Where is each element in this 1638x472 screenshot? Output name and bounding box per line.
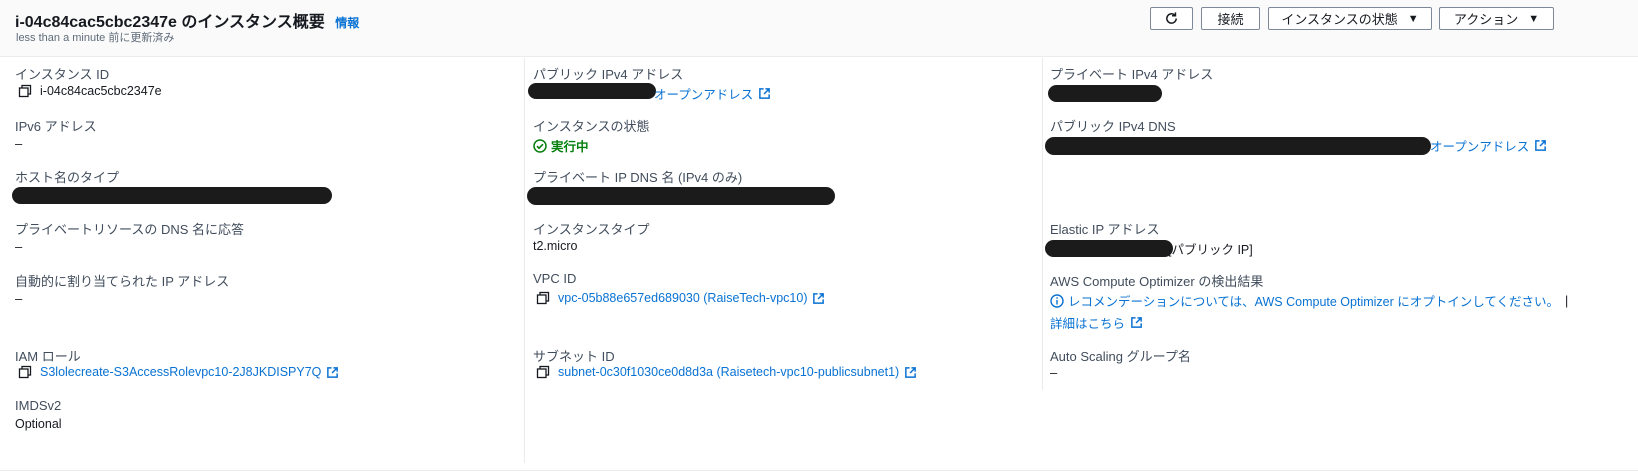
instance-state-dropdown[interactable]: インスタンスの状態 ▼ xyxy=(1268,7,1432,30)
private-ip-dns-label: プライベート IP DNS 名 (IPv4 のみ) xyxy=(533,170,743,185)
vpc-id-link[interactable]: vpc-05b88e657ed689030 (RaiseTech-vpc10) xyxy=(558,291,807,305)
imds-value: Optional xyxy=(15,417,62,431)
success-check-icon xyxy=(533,138,547,153)
last-updated-text: less than a minute 前に更新済み xyxy=(16,32,175,44)
private-dns-response-label: プライベートリソースの DNS 名に応答 xyxy=(15,222,245,237)
asg-label: Auto Scaling グループ名 xyxy=(1050,349,1191,364)
external-link-icon xyxy=(1535,140,1547,151)
external-link-icon xyxy=(905,366,917,378)
subnet-id-link[interactable]: subnet-0c30f1030ce0d8d3a (Raisetech-vpc1… xyxy=(558,365,899,379)
external-link-icon xyxy=(759,88,771,99)
column-divider xyxy=(524,58,525,463)
redacted-private-ipv4 xyxy=(1048,85,1162,102)
optimizer-separator: | xyxy=(1565,293,1569,308)
refresh-button[interactable] xyxy=(1150,7,1193,30)
caret-down-icon: ▼ xyxy=(1407,12,1419,25)
external-link-icon xyxy=(1131,317,1142,328)
info-link[interactable]: 情報 xyxy=(335,16,359,30)
redacted-elastic-ip xyxy=(1045,240,1173,257)
instance-state-label: インスタンスの状態 xyxy=(1281,12,1398,27)
external-link-icon xyxy=(327,366,339,378)
elastic-ip-label: Elastic IP アドレス xyxy=(1050,222,1160,237)
instance-type-label: インスタンスタイプ xyxy=(533,222,650,237)
redacted-hostname-type xyxy=(12,187,332,204)
vpc-id-label: VPC ID xyxy=(533,271,577,286)
optimizer-opt-in-link[interactable]: レコメンデーションについては、AWS Compute Optimizer にオプ… xyxy=(1068,291,1559,310)
open-address-link[interactable]: オープンアドレス xyxy=(1430,136,1529,155)
elastic-ip-suffix: [パブリック IP] xyxy=(1168,243,1253,257)
copy-icon[interactable] xyxy=(536,291,550,305)
public-dns-open-link[interactable]: オープンアドレス xyxy=(1430,136,1547,155)
iam-role-link[interactable]: S3lolecreate-S3AccessRolevpc10-2J8JKDISP… xyxy=(40,365,321,379)
ipv6-value: – xyxy=(15,136,23,151)
private-dns-response-value: – xyxy=(15,239,23,254)
private-ipv4-label: プライベート IPv4 アドレス xyxy=(1050,67,1214,82)
hostname-type-label: ホスト名のタイプ xyxy=(15,170,120,185)
auto-ip-label: 自動的に割り当てられた IP アドレス xyxy=(15,274,230,289)
redacted-public-ipv4 xyxy=(528,83,656,99)
public-ipv4-label: パブリック IPv4 アドレス xyxy=(533,67,684,82)
asg-value: – xyxy=(1050,365,1058,380)
instance-state-text: 実行中 xyxy=(551,140,589,154)
redacted-public-dns xyxy=(1045,137,1431,155)
page-header: i-04c84cac5cbc2347e のインスタンス概要 情報 less th… xyxy=(0,0,1638,57)
optimizer-message: レコメンデーションについては、AWS Compute Optimizer にオプ… xyxy=(1050,291,1568,310)
public-ipv4-open-link[interactable]: オープンアドレス xyxy=(654,84,771,103)
actions-dropdown[interactable]: アクション ▼ xyxy=(1439,7,1554,30)
connect-button[interactable]: 接続 xyxy=(1201,7,1260,30)
redacted-private-ip-dns xyxy=(527,187,835,205)
instance-type-value: t2.micro xyxy=(533,239,578,253)
public-dns-label: パブリック IPv4 DNS xyxy=(1050,119,1176,134)
actions-label: アクション xyxy=(1453,12,1519,27)
details-link[interactable]: 詳細はこちら xyxy=(1050,313,1125,332)
copy-icon[interactable] xyxy=(18,365,32,379)
iam-role-label: IAM ロール xyxy=(15,349,81,364)
connect-label: 接続 xyxy=(1217,12,1244,27)
instance-id-text: i-04c84cac5cbc2347e xyxy=(40,84,162,98)
copy-icon[interactable] xyxy=(536,365,550,379)
instance-id-label: インスタンス ID xyxy=(15,67,110,82)
instance-state-label: インスタンスの状態 xyxy=(533,119,650,134)
info-icon xyxy=(1050,293,1064,308)
refresh-icon xyxy=(1166,12,1177,24)
instance-id-value: i-04c84cac5cbc2347e xyxy=(18,84,162,98)
instance-state-value: 実行中 xyxy=(533,136,589,155)
imds-label: IMDSv2 xyxy=(15,398,62,413)
subnet-id-value: subnet-0c30f1030ce0d8d3a (Raisetech-vpc1… xyxy=(536,365,917,379)
vpc-id-value: vpc-05b88e657ed689030 (RaiseTech-vpc10) xyxy=(536,291,825,305)
column-divider xyxy=(1042,58,1043,390)
bottom-divider xyxy=(0,470,1638,471)
subnet-id-label: サブネット ID xyxy=(533,349,615,364)
details-link-row[interactable]: 詳細はこちら xyxy=(1050,313,1143,332)
ipv6-label: IPv6 アドレス xyxy=(15,119,97,134)
iam-role-value: S3lolecreate-S3AccessRolevpc10-2J8JKDISP… xyxy=(18,365,339,379)
external-link-icon xyxy=(813,292,825,304)
open-address-link[interactable]: オープンアドレス xyxy=(654,84,753,103)
caret-down-icon: ▼ xyxy=(1528,12,1540,25)
copy-icon[interactable] xyxy=(18,84,32,98)
auto-ip-value: – xyxy=(15,291,23,306)
optimizer-label: AWS Compute Optimizer の検出結果 xyxy=(1050,274,1264,289)
